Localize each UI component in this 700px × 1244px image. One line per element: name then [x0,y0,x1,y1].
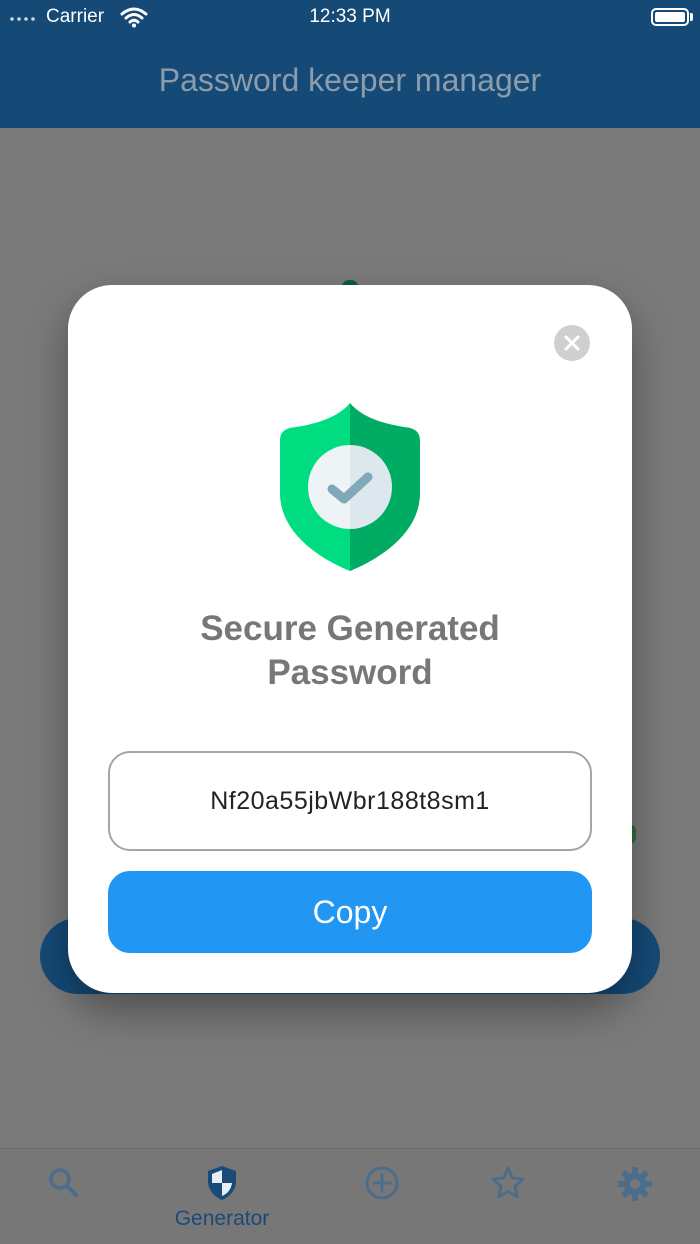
tab-generator-label: Generator [174,1207,270,1230]
star-icon [491,1166,525,1199]
search-icon [49,1168,78,1197]
page-title: Password keeper manager [158,62,542,98]
tab-settings[interactable] [576,1149,696,1244]
close-button[interactable] [554,325,590,361]
tab-search[interactable] [2,1149,122,1244]
battery-tip [690,13,693,21]
modal-title-line1: Secure Generated [200,609,500,648]
modal-title-line2: Password [267,653,433,692]
gear-icon [618,1167,652,1201]
modal-title: Secure Generated Password [68,607,632,695]
tab-favorites[interactable] [450,1149,570,1244]
copy-button[interactable]: Copy [108,871,592,953]
generated-password-field[interactable]: Nf20a55jbWbr188t8sm1 [108,751,592,851]
shield-check-icon [280,403,420,571]
shield-icon [208,1166,236,1200]
battery-icon [651,8,689,26]
plus-circle-icon [365,1166,399,1200]
password-modal: Secure Generated Password Nf20a55jbWbr18… [68,285,632,993]
close-icon [564,335,580,351]
navigation-bar: Carrier 12:33 PM Password keeper manager [0,0,700,128]
status-time: 12:33 PM [309,6,391,27]
tab-add[interactable] [322,1149,442,1244]
tab-bar: Generator [0,1148,700,1244]
status-bar: Carrier 12:33 PM [0,0,700,36]
tab-generator[interactable]: Generator [160,1149,280,1244]
